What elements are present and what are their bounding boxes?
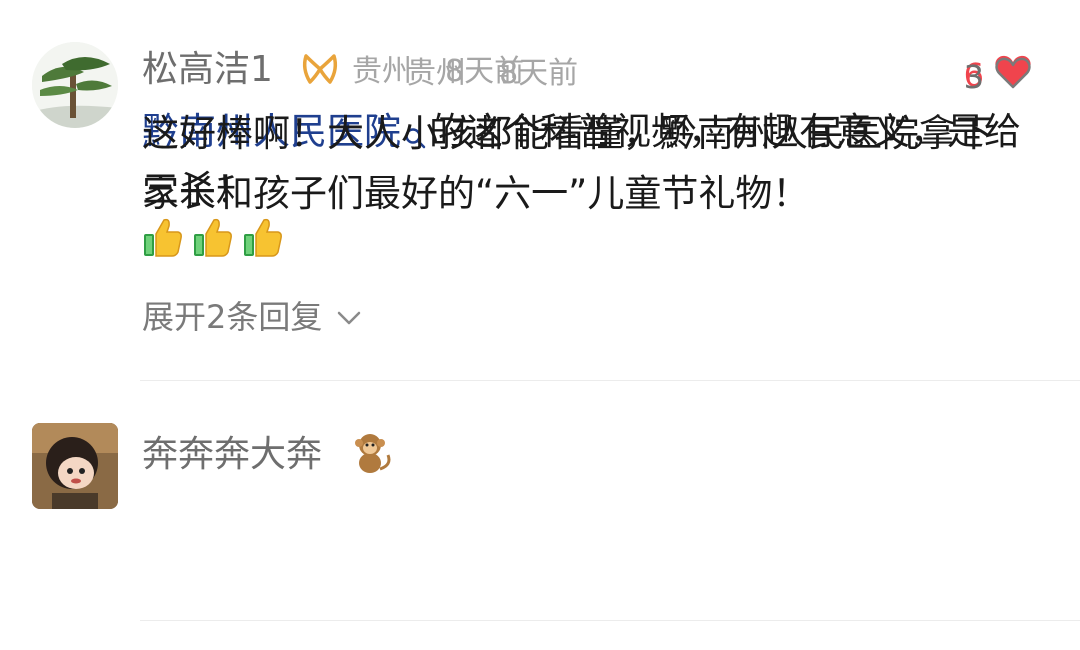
- heart-outline-icon: [994, 56, 1032, 97]
- like-count: 3: [963, 57, 984, 96]
- thumbs-up-icon: [242, 216, 284, 262]
- thumbs-up-icon: [142, 216, 184, 262]
- comment-meta: 贵州 8天前: [406, 56, 578, 92]
- like-button[interactable]: 3: [964, 56, 1032, 97]
- comment-item-2: 奔奔奔大奔: [0, 381, 1080, 621]
- comment-divider: [140, 620, 1080, 621]
- expand-replies-label: 展开2条回复: [142, 298, 323, 336]
- pine-tree-avatar-image: [32, 42, 118, 128]
- username[interactable]: 松高洁1: [142, 50, 273, 90]
- thumbs-up-emoji-group: [142, 216, 284, 262]
- expand-replies-button[interactable]: 展开2条回复: [142, 292, 362, 338]
- cartoon-avatar-image: [32, 423, 118, 509]
- location: 贵州: [352, 54, 412, 89]
- user-avatar[interactable]: [32, 42, 118, 128]
- chevron-down-icon: [336, 296, 362, 334]
- thumbs-up-icon: [192, 216, 234, 262]
- comment-text: 这好棒啊！大人小孩都能看懂，黔南州人民医院拿下三杀！: [142, 112, 993, 211]
- user-avatar[interactable]: [32, 423, 118, 509]
- username[interactable]: 奔奔奔大奔: [142, 435, 322, 475]
- timestamp: 8天前: [499, 56, 579, 91]
- infinity-badge-icon: [300, 52, 340, 90]
- monkey-badge-icon: [350, 429, 394, 481]
- location: 贵州: [406, 56, 466, 91]
